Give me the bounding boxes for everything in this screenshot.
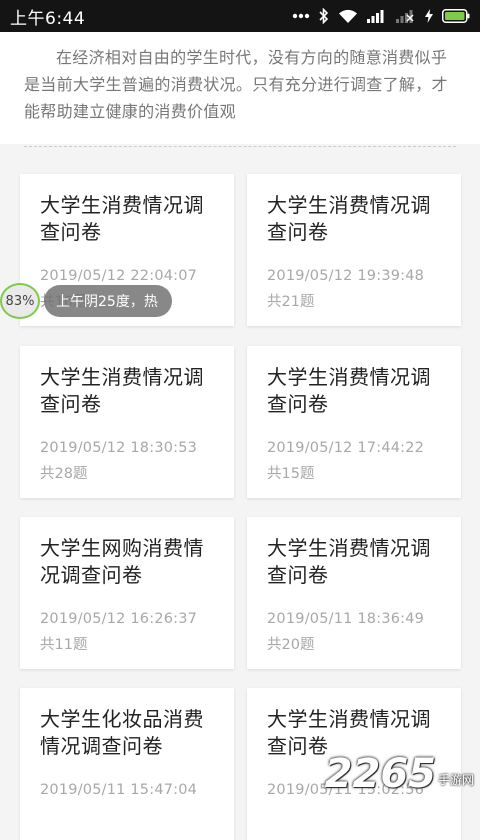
survey-question-count: 共21题 bbox=[267, 294, 315, 310]
watermark-logo: 2265 手游网 bbox=[325, 754, 474, 794]
survey-date: 2019/05/12 16:26:37 bbox=[40, 611, 198, 627]
survey-card[interactable]: 大学生消费情况调查问卷 2019/05/12 18:30:53 共28题 bbox=[20, 346, 234, 498]
survey-card[interactable]: 大学生化妆品消费情况调查问卷 2019/05/11 15:47:04 bbox=[20, 688, 234, 840]
weather-pill[interactable]: 上午阴25度，热 bbox=[44, 285, 172, 317]
survey-question-count: 共28题 bbox=[40, 466, 88, 482]
survey-title: 大学生网购消费情况调查问卷 bbox=[40, 536, 204, 587]
survey-card[interactable]: 大学生消费情况调查问卷 2019/05/11 18:36:49 共20题 bbox=[247, 517, 461, 669]
battery-percent-bubble[interactable]: 83% bbox=[0, 283, 40, 319]
survey-date: 2019/05/12 17:44:22 bbox=[267, 440, 425, 456]
watermark-number: 2265 bbox=[324, 751, 436, 797]
survey-date: 2019/05/11 15:47:04 bbox=[40, 782, 198, 798]
survey-title: 大学生消费情况调查问卷 bbox=[267, 193, 431, 244]
survey-card[interactable]: 大学生消费情况调查问卷 2019/05/12 17:44:22 共15题 bbox=[247, 346, 461, 498]
survey-title: 大学生消费情况调查问卷 bbox=[40, 193, 204, 244]
survey-date: 2019/05/12 22:04:07 bbox=[40, 268, 198, 284]
survey-title: 大学生化妆品消费情况调查问卷 bbox=[40, 707, 204, 758]
survey-question-count: 共20题 bbox=[267, 637, 315, 653]
survey-date: 2019/05/12 19:39:48 bbox=[267, 268, 425, 284]
survey-title: 大学生消费情况调查问卷 bbox=[267, 536, 431, 587]
survey-title: 大学生消费情况调查问卷 bbox=[267, 365, 431, 416]
survey-card[interactable]: 大学生网购消费情况调查问卷 2019/05/12 16:26:37 共11题 bbox=[20, 517, 234, 669]
survey-title: 大学生消费情况调查问卷 bbox=[40, 365, 204, 416]
survey-date: 2019/05/12 18:30:53 bbox=[40, 440, 198, 456]
floating-weather-widget[interactable]: 83% 上午阴25度，热 bbox=[0, 283, 172, 319]
survey-question-count: 共15题 bbox=[267, 466, 315, 482]
survey-grid: 大学生消费情况调查问卷 2019/05/12 22:04:07 共16题 大学生… bbox=[0, 0, 480, 840]
survey-question-count: 共11题 bbox=[40, 637, 88, 653]
watermark-site: 手游网 bbox=[437, 773, 474, 787]
survey-card[interactable]: 大学生消费情况调查问卷 2019/05/12 19:39:48 共21题 bbox=[247, 174, 461, 326]
survey-date: 2019/05/11 18:36:49 bbox=[267, 611, 425, 627]
